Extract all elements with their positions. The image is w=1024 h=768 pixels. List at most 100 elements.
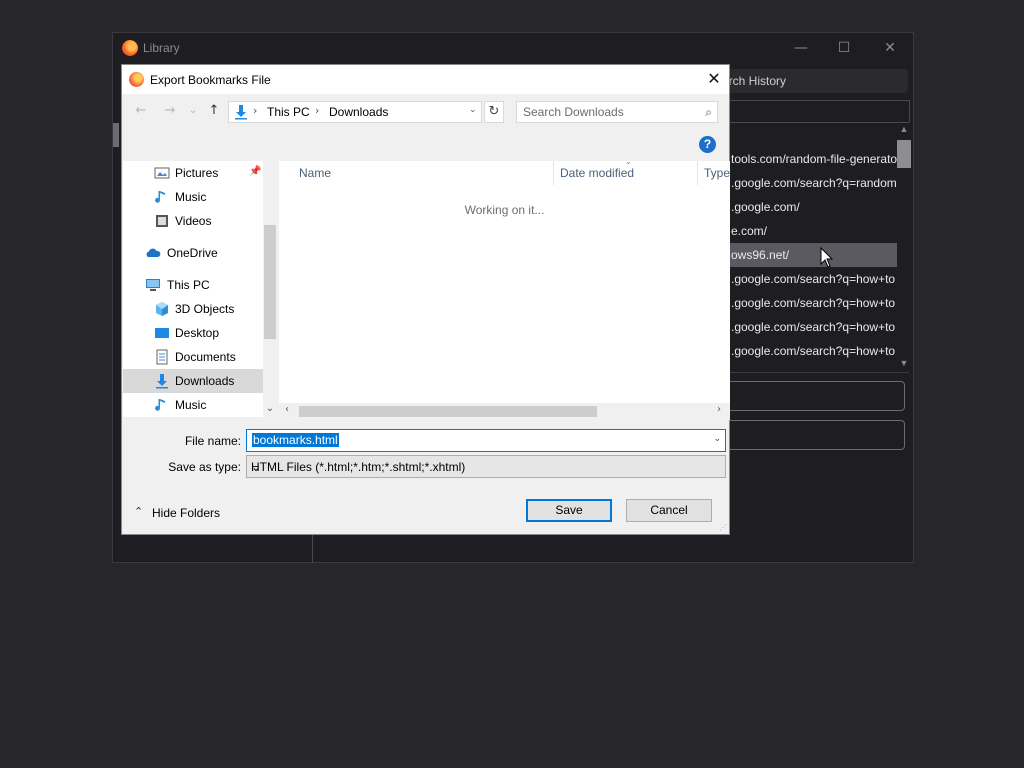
divider [729, 100, 909, 101]
help-icon[interactable]: ? [699, 136, 716, 153]
library-search-input[interactable]: arch History [718, 69, 908, 93]
history-row[interactable]: .google.com/search?q=random [729, 171, 897, 195]
nav-item-label: Videos [175, 214, 212, 228]
nav-item-3d-objects[interactable]: 3D Objects [123, 297, 263, 321]
nav-pane-scroll-thumb[interactable] [264, 225, 276, 339]
save-button[interactable]: Save [526, 499, 612, 522]
maximize-icon[interactable]: ☐ [829, 37, 859, 59]
sidebar-scroll-thumb[interactable] [113, 123, 119, 147]
search-input[interactable] [523, 105, 683, 119]
nav-item-downloads[interactable]: Downloads [123, 369, 263, 393]
recent-locations-icon[interactable]: ⌄ [182, 101, 204, 121]
music-icon [155, 399, 165, 411]
nav-item-label: Pictures [175, 166, 219, 180]
file-name-label: File name: [184, 434, 241, 448]
dialog-title: Export Bookmarks File [150, 73, 271, 87]
save-type-label: Save as type: [168, 460, 241, 474]
history-list: tools.com/random-file-generato .google.c… [729, 147, 897, 371]
file-name-field[interactable]: bookmarks.html ⌄ [246, 429, 726, 452]
column-header-name[interactable]: Name [293, 161, 331, 185]
minimize-icon[interactable]: — [786, 37, 816, 59]
nav-item-label: Desktop [175, 326, 220, 340]
nav-item-label: 3D Objects [175, 302, 235, 316]
firefox-logo-icon [122, 40, 138, 56]
downloads-folder-icon [235, 105, 247, 120]
history-scroll-thumb[interactable] [897, 140, 911, 168]
library-close-icon[interactable]: ✕ [875, 37, 905, 59]
chevron-up-icon: ⌃ [134, 505, 144, 518]
breadcrumb-separator-icon: › [253, 104, 258, 117]
status-text: Working on it... [464, 203, 545, 217]
breadcrumb-this-pc[interactable]: This PC [267, 105, 310, 119]
up-arrow-icon[interactable]: ↑ [203, 101, 225, 121]
detail-field[interactable] [729, 420, 905, 450]
breadcrumb-downloads[interactable]: Downloads [329, 105, 388, 119]
nav-item-pictures[interactable]: Pictures 📌 [123, 161, 263, 185]
hscroll-thumb[interactable] [299, 406, 597, 417]
address-bar[interactable]: › This PC › Downloads ⌄ [228, 101, 482, 123]
scroll-up-icon[interactable]: ▲ [897, 124, 911, 134]
refresh-icon[interactable]: ↻ [484, 101, 504, 123]
column-header-date-modified[interactable]: Date modified [554, 161, 634, 185]
scroll-down-icon[interactable]: ▼ [897, 358, 911, 368]
history-row[interactable]: .google.com/search?q=how+to [729, 339, 897, 363]
history-row[interactable]: .google.com/search?q=how+to [729, 291, 897, 315]
firefox-logo-icon [129, 72, 144, 87]
nav-item-label: Music [175, 398, 207, 412]
nav-item-music[interactable]: Music [123, 185, 263, 209]
search-field[interactable]: ⌕ [516, 101, 718, 123]
chevron-down-icon[interactable]: ⌄ [263, 403, 277, 414]
nav-item-label: OneDrive [167, 246, 218, 260]
forward-arrow-icon[interactable]: → [159, 101, 181, 121]
nav-item-onedrive[interactable]: OneDrive [123, 241, 263, 265]
this-pc-icon [146, 279, 160, 291]
nav-item-documents[interactable]: Documents [123, 345, 263, 369]
nav-item-label: Documents [175, 350, 236, 364]
nav-item-label: Downloads [175, 374, 235, 388]
library-title: Library [143, 41, 180, 55]
resize-grip-icon[interactable]: ⋰ [719, 523, 727, 532]
history-row[interactable]: tools.com/random-file-generato [729, 147, 897, 171]
history-row[interactable]: e.com/ [729, 219, 897, 243]
divider [729, 372, 909, 373]
column-header-type[interactable]: Type [698, 161, 730, 185]
chevron-right-icon[interactable]: › [717, 404, 721, 415]
nav-item-desktop[interactable]: Desktop [123, 321, 263, 345]
downloads-icon [156, 374, 168, 389]
breadcrumb-separator-icon: › [315, 104, 320, 117]
divider [729, 122, 909, 123]
pictures-icon [154, 167, 170, 179]
chevron-down-icon[interactable]: ⌄ [251, 460, 721, 474]
close-icon[interactable]: ✕ [699, 65, 729, 94]
hide-folders-label: Hide Folders [152, 506, 221, 520]
save-type-select[interactable]: HTML Files (*.html;*.htm;*.shtml;*.xhtml… [246, 455, 726, 478]
history-row[interactable]: .google.com/search?q=how+to [729, 315, 897, 339]
library-titlebar: Library — ☐ ✕ [113, 33, 913, 63]
nav-item-music[interactable]: Music [123, 393, 263, 417]
detail-field[interactable] [729, 381, 905, 411]
pin-icon: 📌 [249, 166, 262, 177]
3d-objects-icon [156, 302, 168, 316]
file-name-value[interactable]: bookmarks.html [252, 433, 339, 447]
history-row-selected[interactable]: ows96.net/ [729, 243, 897, 267]
history-row[interactable]: .google.com/ [729, 195, 897, 219]
cancel-button[interactable]: Cancel [626, 499, 712, 522]
file-list-hscrollbar[interactable]: ‹ › [279, 403, 730, 420]
file-list: Name Date modified ⌄ Type Working on it.… [279, 157, 730, 403]
chevron-down-icon[interactable]: ⌄ [713, 434, 721, 444]
back-arrow-icon[interactable]: ← [130, 101, 152, 121]
history-row[interactable]: .google.com/search?q=how+to [729, 267, 897, 291]
chevron-down-icon[interactable]: ⌄ [469, 105, 477, 115]
export-bookmarks-dialog: Export Bookmarks File ✕ ← → ⌄ ↑ › This P… [121, 64, 730, 535]
chevron-left-icon[interactable]: ‹ [285, 404, 289, 415]
navigation-pane: Pictures 📌 Music Videos OneDrive This PC… [123, 161, 277, 417]
documents-icon [156, 349, 168, 365]
divider [312, 533, 313, 563]
nav-item-this-pc[interactable]: This PC [123, 273, 263, 297]
divider [909, 100, 910, 122]
nav-item-label: This PC [167, 278, 210, 292]
search-icon: ⌕ [705, 105, 712, 119]
sort-caret-icon: ⌄ [625, 157, 632, 166]
music-icon [155, 191, 165, 203]
nav-item-videos[interactable]: Videos [123, 209, 263, 233]
